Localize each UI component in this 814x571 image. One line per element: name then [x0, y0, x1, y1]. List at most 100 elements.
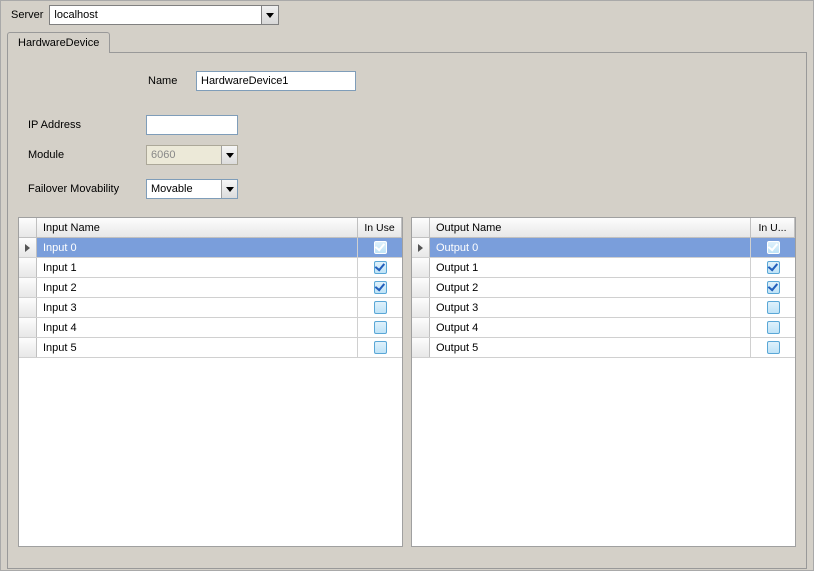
row-failover: Failover Movability Movable — [28, 179, 796, 199]
output-name-text: Output 5 — [436, 342, 478, 354]
server-select[interactable]: localhost — [49, 5, 279, 25]
checkbox-icon[interactable] — [767, 341, 780, 354]
table-row[interactable]: Output 5 — [412, 338, 795, 358]
inputs-col-name-label: Input Name — [43, 222, 100, 234]
output-name-cell[interactable]: Output 2 — [430, 278, 751, 297]
row-header[interactable] — [412, 318, 430, 337]
inputs-col-name[interactable]: Input Name — [37, 218, 358, 237]
failover-select-arrow[interactable] — [221, 180, 237, 198]
row-header[interactable] — [19, 298, 37, 317]
output-inuse-cell[interactable] — [751, 258, 795, 277]
row-header[interactable] — [412, 278, 430, 297]
output-inuse-cell[interactable] — [751, 318, 795, 337]
row-header[interactable] — [412, 338, 430, 357]
outputs-col-name-label: Output Name — [436, 222, 501, 234]
inputs-col-inuse-label: In Use — [364, 222, 394, 234]
checkbox-icon[interactable] — [374, 261, 387, 274]
chevron-down-icon — [226, 187, 234, 192]
table-row[interactable]: Output 1 — [412, 258, 795, 278]
output-name-text: Output 0 — [436, 242, 478, 254]
output-name-cell[interactable]: Output 0 — [430, 238, 751, 257]
checkbox-icon[interactable] — [767, 241, 780, 254]
inputs-grid[interactable]: Input Name In Use Input 0 Input 1 Input 2 I… — [18, 217, 403, 547]
name-input[interactable]: HardwareDevice1 — [196, 71, 356, 91]
input-inuse-cell[interactable] — [358, 298, 402, 317]
output-name-cell[interactable]: Output 3 — [430, 298, 751, 317]
table-row[interactable]: Output 0 — [412, 238, 795, 258]
form-area: Name HardwareDevice1 IP Address Module 6… — [18, 71, 796, 199]
outputs-col-inuse[interactable]: In U... — [751, 218, 795, 237]
table-row[interactable]: Input 3 — [19, 298, 402, 318]
table-row[interactable]: Output 2 — [412, 278, 795, 298]
output-inuse-cell[interactable] — [751, 278, 795, 297]
input-name-cell[interactable]: Input 0 — [37, 238, 358, 257]
server-label: Server — [11, 9, 43, 21]
output-name-text: Output 3 — [436, 302, 478, 314]
input-name-cell[interactable]: Input 4 — [37, 318, 358, 337]
checkbox-icon[interactable] — [767, 301, 780, 314]
server-select-arrow[interactable] — [261, 6, 278, 24]
row-header[interactable] — [412, 258, 430, 277]
failover-select[interactable]: Movable — [146, 179, 238, 199]
table-row[interactable]: Input 4 — [19, 318, 402, 338]
checkbox-icon[interactable] — [374, 241, 387, 254]
row-header[interactable] — [19, 318, 37, 337]
input-name-text: Input 2 — [43, 282, 77, 294]
checkbox-icon[interactable] — [767, 261, 780, 274]
row-header[interactable] — [412, 238, 430, 257]
input-name-cell[interactable]: Input 1 — [37, 258, 358, 277]
output-inuse-cell[interactable] — [751, 298, 795, 317]
input-inuse-cell[interactable] — [358, 258, 402, 277]
inputs-col-inuse[interactable]: In Use — [358, 218, 402, 237]
table-row[interactable]: Input 2 — [19, 278, 402, 298]
module-label: Module — [28, 149, 146, 161]
inputs-grid-header: Input Name In Use — [19, 218, 402, 238]
input-inuse-cell[interactable] — [358, 278, 402, 297]
row-indicator-icon — [418, 244, 423, 252]
row-header[interactable] — [19, 338, 37, 357]
row-header[interactable] — [19, 278, 37, 297]
table-row[interactable]: Input 1 — [19, 258, 402, 278]
input-name-cell[interactable]: Input 5 — [37, 338, 358, 357]
output-name-text: Output 1 — [436, 262, 478, 274]
outputs-row-header-blank — [412, 218, 430, 237]
output-inuse-cell[interactable] — [751, 238, 795, 257]
checkbox-icon[interactable] — [767, 321, 780, 334]
input-name-cell[interactable]: Input 3 — [37, 298, 358, 317]
ip-input[interactable] — [146, 115, 238, 135]
checkbox-icon[interactable] — [767, 281, 780, 294]
checkbox-icon[interactable] — [374, 341, 387, 354]
outputs-grid[interactable]: Output Name In U... Output 0 Output 1 Outp… — [411, 217, 796, 547]
inputs-row-header-blank — [19, 218, 37, 237]
input-name-text: Input 5 — [43, 342, 77, 354]
input-inuse-cell[interactable] — [358, 338, 402, 357]
output-name-cell[interactable]: Output 1 — [430, 258, 751, 277]
outputs-grid-header: Output Name In U... — [412, 218, 795, 238]
table-row[interactable]: Input 0 — [19, 238, 402, 258]
table-row[interactable]: Output 3 — [412, 298, 795, 318]
chevron-down-icon — [226, 153, 234, 158]
outputs-col-inuse-label: In U... — [758, 222, 786, 234]
input-name-cell[interactable]: Input 2 — [37, 278, 358, 297]
table-row[interactable]: Output 4 — [412, 318, 795, 338]
checkbox-icon[interactable] — [374, 321, 387, 334]
input-inuse-cell[interactable] — [358, 238, 402, 257]
checkbox-icon[interactable] — [374, 301, 387, 314]
input-name-text: Input 0 — [43, 242, 77, 254]
tab-hardware-device[interactable]: HardwareDevice — [7, 32, 110, 53]
outputs-col-name[interactable]: Output Name — [430, 218, 751, 237]
row-header[interactable] — [19, 238, 37, 257]
input-inuse-cell[interactable] — [358, 318, 402, 337]
row-header[interactable] — [412, 298, 430, 317]
output-name-cell[interactable]: Output 5 — [430, 338, 751, 357]
output-inuse-cell[interactable] — [751, 338, 795, 357]
tab-label: HardwareDevice — [18, 37, 99, 49]
output-name-cell[interactable]: Output 4 — [430, 318, 751, 337]
tab-body: Name HardwareDevice1 IP Address Module 6… — [7, 52, 807, 569]
tabs: HardwareDevice — [7, 31, 807, 52]
checkbox-icon[interactable] — [374, 281, 387, 294]
row-header[interactable] — [19, 258, 37, 277]
table-row[interactable]: Input 5 — [19, 338, 402, 358]
module-select: 6060 — [146, 145, 238, 165]
input-name-text: Input 4 — [43, 322, 77, 334]
